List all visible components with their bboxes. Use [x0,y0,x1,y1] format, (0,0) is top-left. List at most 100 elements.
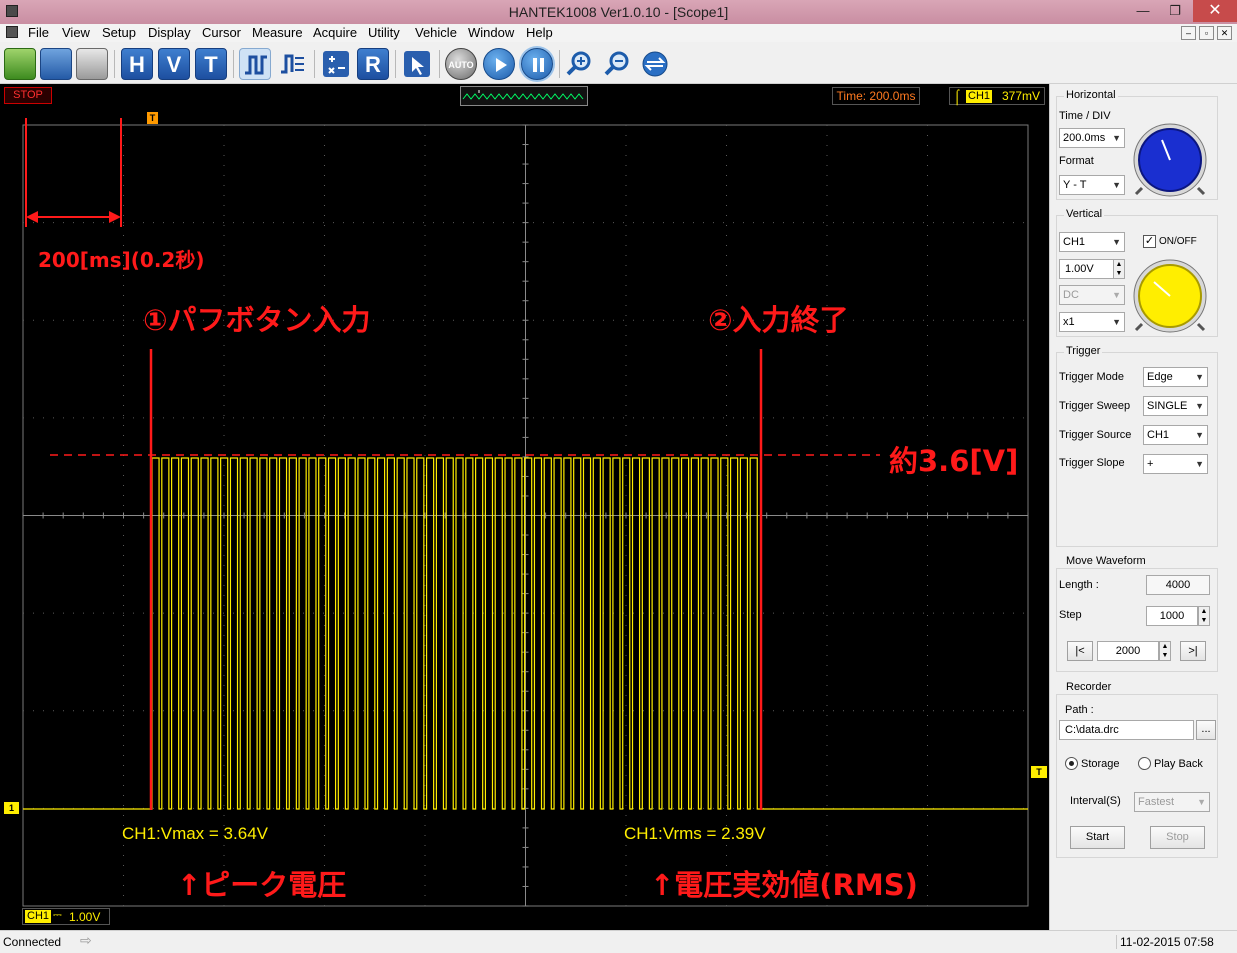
math-button[interactable] [320,48,352,80]
trigger-button[interactable]: T [195,48,227,80]
length-field: 4000 [1146,575,1210,595]
channel-select[interactable]: CH1 ▼ [1059,232,1125,252]
step-value: 1000 [1159,610,1185,622]
menu-setup[interactable]: Setup [102,25,136,40]
print-icon[interactable] [76,48,108,80]
menu-acquire[interactable]: Acquire [313,25,357,40]
trigger-mode-select[interactable]: Edge ▼ [1143,367,1208,387]
zoom-in-button[interactable] [563,48,595,80]
volts-knob[interactable] [1132,258,1208,334]
storage-label: Storage [1081,758,1120,770]
math-icon [323,51,349,77]
menu-vehicle[interactable]: Vehicle [415,25,457,40]
zoom-out-button[interactable] [601,48,633,80]
menu-display[interactable]: Display [148,25,191,40]
volts-spinner[interactable]: ▲ ▼ [1113,259,1125,279]
run-button[interactable] [483,48,515,80]
menu-file[interactable]: File [28,25,49,40]
graticule [22,124,1029,907]
volts-field[interactable]: 1.00V [1059,259,1115,279]
browse-button[interactable]: ... [1196,720,1216,740]
timediv-label: Time / DIV [1059,110,1111,122]
reference-button[interactable]: R [357,48,389,80]
rms-annotation: ↑電圧実効値(RMS) [650,868,918,902]
start-button[interactable]: Start [1070,826,1125,849]
toolbar-separator [114,50,115,78]
last-button[interactable]: >| [1180,641,1206,661]
interval-value: Fastest [1138,796,1175,808]
probe-value: x1 [1063,316,1075,328]
menu-view[interactable]: View [62,25,90,40]
level-annotation: 約3.6[V] [889,444,1019,478]
horizontal-button[interactable]: H [121,48,153,80]
first-button[interactable]: |< [1067,641,1093,661]
vertical-button[interactable]: V [158,48,190,80]
trigger-sweep-select[interactable]: SINGLE ▼ [1143,396,1208,416]
playback-label: Play Back [1154,758,1203,770]
pulse-mode-button[interactable] [239,48,271,80]
pulse-list-button[interactable] [276,48,308,80]
channel-value: CH1 [1063,236,1086,248]
horizontal-group-label: Horizontal [1064,89,1118,101]
vrms-measurement: CH1:Vrms = 2.39V [624,824,766,843]
toolbar-separator [559,50,560,78]
trigger-level-marker[interactable]: T [1031,766,1047,778]
maximize-button[interactable]: ❐ [1162,1,1188,21]
position-field[interactable]: 2000 [1097,641,1159,661]
minimize-button[interactable]: — [1130,1,1156,21]
path-value: C:\data.drc [1065,724,1119,736]
timebase-arrow-right [109,211,121,223]
fit-button[interactable] [639,48,671,80]
auto-button[interactable]: AUTO [445,48,477,80]
step-field[interactable]: 1000 [1146,606,1198,626]
timebase-knob[interactable] [1132,122,1208,198]
storage-radio[interactable] [1065,757,1078,770]
trigger-position-marker[interactable]: T [147,112,158,124]
trigger-slope-value: + [1147,458,1154,470]
probe-select[interactable]: x1 ▼ [1059,312,1125,332]
playback-radio[interactable] [1138,757,1151,770]
trigger-sweep-value: SINGLE [1147,400,1188,412]
chevron-down-icon: ▼ [1197,797,1206,807]
timebase-arrow-left [26,211,38,223]
timediv-select[interactable]: 200.0ms ▼ [1059,128,1125,148]
scope-display[interactable]: STOP Time: 200.0ms ⌠ CH1 377mV T T 1 200… [0,84,1049,930]
path-field[interactable]: C:\data.drc [1059,720,1194,740]
menu-window[interactable]: Window [468,25,514,40]
onoff-checkbox[interactable]: ✓ [1143,235,1156,248]
chevron-down-icon: ▼ [1112,133,1121,143]
menu-measure[interactable]: Measure [252,25,303,40]
cursor-button[interactable] [401,48,433,80]
trigger-source-select[interactable]: CH1 ▼ [1143,425,1208,445]
pulse-list-icon [281,54,304,74]
close-button[interactable]: ✕ [1193,0,1237,22]
trigger-slope-select[interactable]: + ▼ [1143,454,1208,474]
control-panel: Horizontal Time / DIV 200.0ms ▼ Format Y … [1049,84,1237,930]
length-value: 4000 [1165,579,1191,591]
trigger-mode-value: Edge [1147,371,1173,383]
menu-help[interactable]: Help [526,25,553,40]
menu-cursor[interactable]: Cursor [202,25,241,40]
datetime: 11-02-2015 07:58 [1116,935,1237,949]
save-icon[interactable] [40,48,72,80]
menu-utility[interactable]: Utility [368,25,400,40]
format-select[interactable]: Y - T ▼ [1059,175,1125,195]
position-spinner[interactable]: ▲ ▼ [1159,641,1171,661]
open-icon[interactable] [4,48,36,80]
format-label: Format [1059,155,1094,167]
window-title: HANTEK1008 Ver1.0.10 - [Scope1] [508,4,729,20]
channel1-ground-marker[interactable]: 1 [4,802,19,814]
interval-select: Fastest ▼ [1134,792,1210,812]
step-spinner[interactable]: ▲ ▼ [1198,606,1210,626]
mdi-close-button[interactable]: ✕ [1217,26,1232,40]
trigger-slope-label: Trigger Slope [1059,457,1125,469]
play-icon [496,58,507,72]
format-value: Y - T [1063,179,1087,191]
mdi-restore-button[interactable]: ▫ [1199,26,1214,40]
pause-button[interactable] [521,48,553,80]
doc-icon [6,26,18,38]
mdi-minimize-button[interactable]: – [1181,26,1196,40]
chevron-down-icon: ▼ [1112,317,1121,327]
channel-badge: CH1 [25,910,52,923]
zoom-in-icon [566,51,591,76]
